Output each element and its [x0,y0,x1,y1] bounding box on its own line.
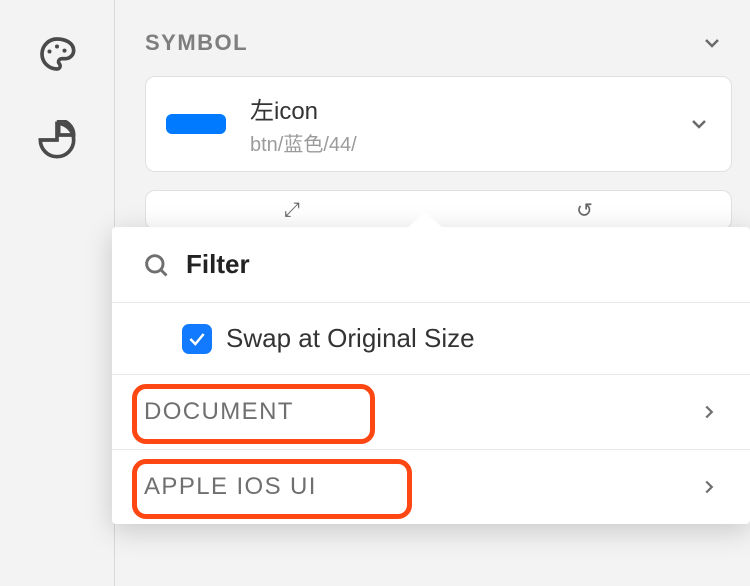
left-sidebar [0,0,115,586]
source-item-document[interactable]: DOCUMENT [112,375,750,450]
reset-icon: ↺ [576,198,593,223]
symbol-info: 左icon btn/蓝色/44/ [250,91,663,157]
source-label: APPLE IOS UI [144,473,317,501]
symbol-section-header[interactable]: SYMBOL [145,0,732,76]
filter-input[interactable] [186,249,720,280]
symbol-instance-row[interactable]: 左icon btn/蓝色/44/ [145,76,732,172]
filter-row[interactable] [112,227,750,303]
search-icon [142,251,170,279]
chevron-down-icon [700,31,724,55]
source-item-apple-ios-ui[interactable]: APPLE IOS UI [112,450,750,524]
swap-size-checkbox[interactable] [182,324,212,354]
symbol-thumbnail [166,114,226,134]
pie-chart-icon[interactable] [33,116,81,164]
popover-arrow [407,212,443,228]
symbol-section-title: SYMBOL [145,30,248,56]
symbol-swap-popover: Swap at Original Size DOCUMENT APPLE IOS… [112,227,750,524]
swap-size-label: Swap at Original Size [226,323,475,354]
chevron-right-icon [698,476,720,498]
palette-icon[interactable] [33,30,81,78]
swap-size-row[interactable]: Swap at Original Size [112,303,750,375]
symbol-name: 左icon [250,91,663,126]
checkmark-icon [187,329,207,349]
chevron-down-icon [687,112,711,136]
chevron-right-icon [698,401,720,423]
symbol-path: btn/蓝色/44/ [250,128,663,157]
source-label: DOCUMENT [144,398,294,426]
detach-icon: ⤢ [284,199,300,222]
